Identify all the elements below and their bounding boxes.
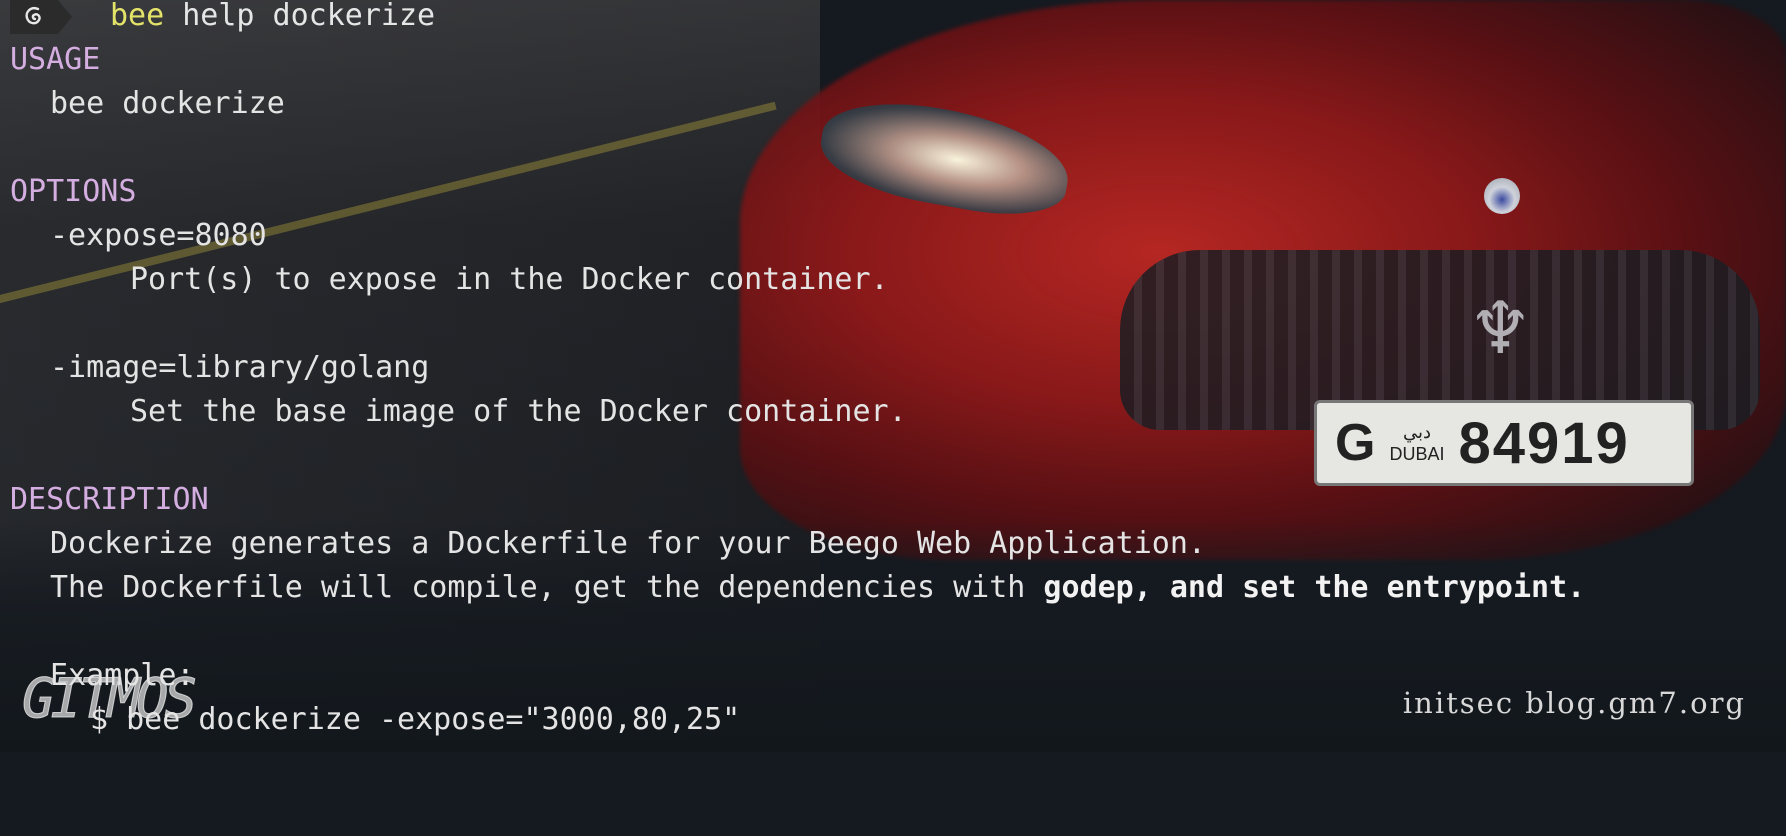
description-line-2-bold: godep, and set the entrypoint. (1043, 570, 1586, 605)
command-args: help dockerize (182, 0, 436, 33)
prompt-segment (10, 0, 72, 34)
usage-header: USAGE (10, 42, 101, 77)
terminal-output: bee help dockerize USAGE bee dockerize O… (0, 0, 1786, 752)
watermark-logo: GITMOS (22, 667, 198, 731)
command-line: bee help dockerize (110, 0, 435, 38)
options-header: OPTIONS (10, 174, 137, 209)
command-binary: bee (110, 0, 165, 33)
description-line-1: Dockerize generates a Dockerfile for you… (50, 526, 1206, 561)
description-line-2: The Dockerfile will compile, get the dep… (50, 566, 1585, 610)
debian-swirl-icon (25, 7, 41, 25)
option-flag: -image=library/golang (50, 350, 430, 385)
prompt-logo (10, 0, 58, 34)
description-header: DESCRIPTION (10, 482, 209, 517)
watermark-text: initsec blog.gm7.org (1402, 686, 1746, 720)
description-line-2-plain: The Dockerfile will compile, get the dep… (50, 570, 1044, 605)
option-description: Set the base image of the Docker contain… (130, 394, 907, 429)
prompt-separator-icon (58, 0, 72, 34)
usage-line: bee dockerize (50, 86, 285, 121)
option-flag: -expose=8080 (50, 218, 267, 253)
option-description: Port(s) to expose in the Docker containe… (130, 262, 889, 297)
